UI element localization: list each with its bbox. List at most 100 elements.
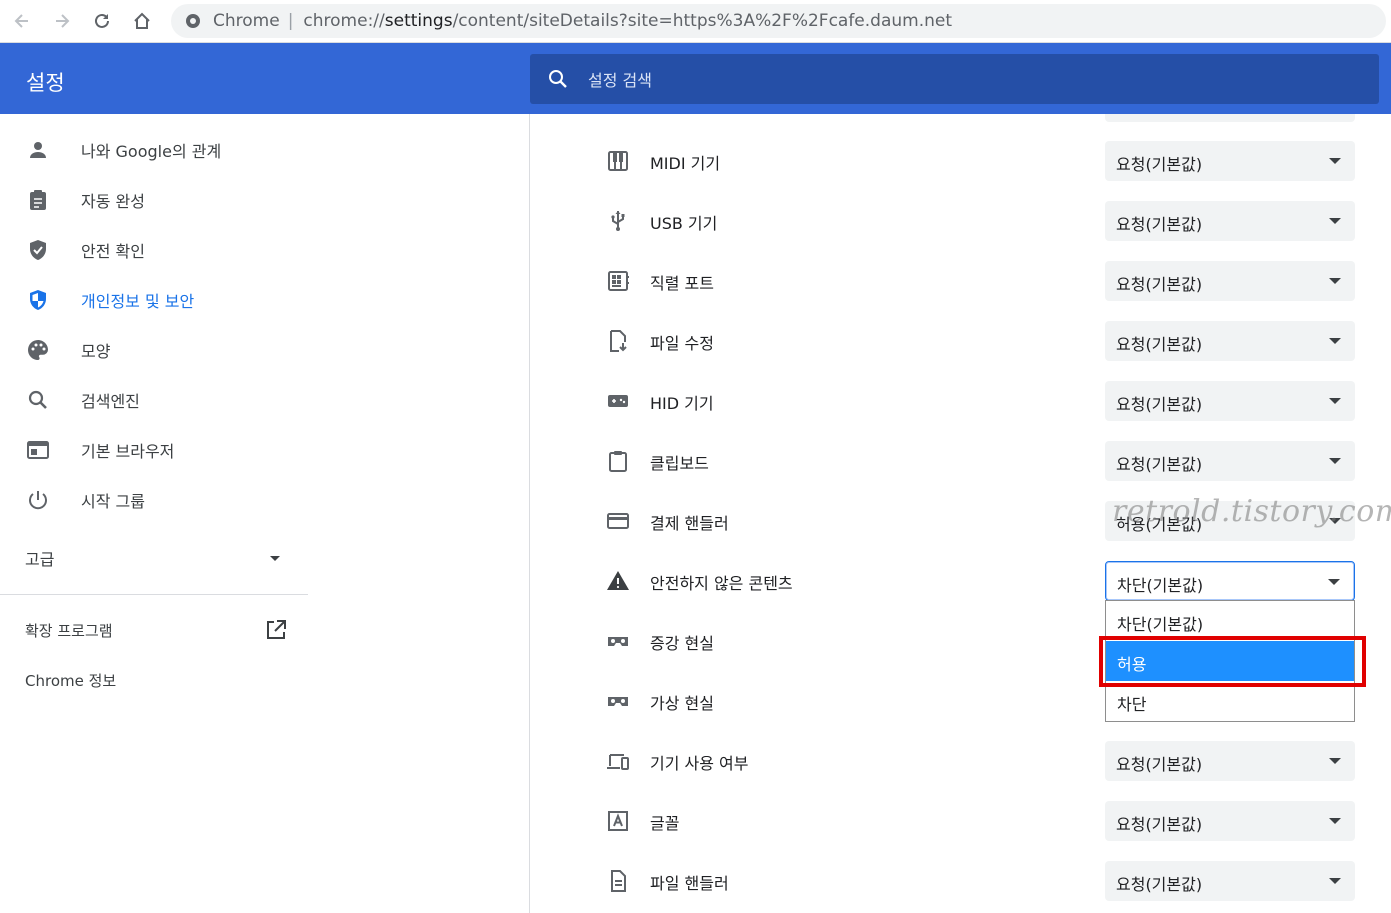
vr-headset-icon — [608, 697, 628, 706]
permission-select[interactable]: 요청(기본값) — [1105, 321, 1355, 361]
site-chip: Chrome — [213, 11, 280, 31]
select-value: 요청(기본값) — [1116, 755, 1203, 774]
permission-select[interactable]: 요청(기본값) — [1105, 381, 1355, 421]
permission-label: 가상 현실 — [650, 694, 714, 713]
permission-row-serial: 직렬 포트 요청(기본값) — [530, 251, 1391, 311]
permission-select[interactable]: 요청(기본값) — [1105, 141, 1355, 181]
url-text: chrome://settings/content/siteDetails?si… — [303, 11, 952, 31]
sidebar-item-privacy[interactable]: 개인정보 및 보안 — [0, 280, 308, 320]
sidebar-extensions-link[interactable]: 확장 프로그램 — [0, 610, 308, 650]
search-input[interactable]: 설정 검색 — [530, 54, 1379, 104]
shield-half-icon — [30, 290, 46, 310]
dropdown-option-block[interactable]: 차단 — [1106, 681, 1354, 721]
file-edit-icon — [610, 330, 627, 352]
palette-icon — [28, 340, 48, 360]
piano-icon — [608, 151, 628, 171]
omnibox-separator: | — [287, 11, 294, 31]
home-icon — [134, 12, 150, 29]
page-title: 설정 — [26, 71, 65, 95]
select-value: 요청(기본값) — [1116, 215, 1203, 234]
back-button[interactable] — [8, 7, 36, 35]
sidebar-item-label: 기본 브라우저 — [81, 442, 175, 461]
gamepad-icon — [608, 395, 628, 407]
permission-select[interactable]: 요청(기본값) — [1105, 201, 1355, 241]
sidebar-divider — [0, 594, 308, 595]
caret-down-icon — [1329, 278, 1341, 284]
permission-select[interactable]: 요청(기본값) — [1105, 801, 1355, 841]
permission-select-open[interactable]: 차단(기본값) — [1105, 561, 1355, 601]
vr-headset-icon — [608, 637, 628, 646]
sidebar-item-search-engine[interactable]: 검색엔진 — [0, 380, 308, 420]
person-icon — [30, 142, 46, 158]
caret-down-icon — [1329, 338, 1341, 344]
permission-select[interactable]: 요청(기본값) — [1105, 261, 1355, 301]
advanced-label: 고급 — [25, 550, 55, 569]
permission-select[interactable]: 요청(기본값) — [1105, 741, 1355, 781]
permission-label: 결제 핸들러 — [650, 514, 729, 533]
extensions-label: 확장 프로그램 — [25, 621, 113, 640]
permission-label: 파일 핸들러 — [650, 874, 729, 893]
clipboard-icon — [609, 451, 627, 472]
sidebar-item-startup[interactable]: 시작 그룹 — [0, 480, 308, 520]
permission-row-file-edit: 파일 수정 요청(기본값) — [530, 311, 1391, 371]
caret-down-icon — [1329, 758, 1341, 764]
font-icon — [608, 811, 628, 831]
about-label: Chrome 정보 — [25, 671, 117, 690]
sidebar-advanced-toggle[interactable]: 고급 — [0, 538, 308, 578]
open-external-icon — [267, 620, 286, 639]
forward-button[interactable] — [48, 7, 76, 35]
sidebar-item-label: 시작 그룹 — [81, 492, 145, 511]
permission-row-midi: MIDI 기기 요청(기본값) — [530, 131, 1391, 191]
sidebar-item-appearance[interactable]: 모양 — [0, 330, 308, 370]
reload-button[interactable] — [88, 7, 116, 35]
option-label: 차단(기본값) — [1117, 615, 1204, 634]
permission-row-fonts: 글꼴 요청(기본값) — [530, 791, 1391, 851]
settings-header: 설정 설정 검색 — [0, 43, 1391, 114]
url-prefix: chrome:// — [303, 11, 385, 31]
sidebar-item-label: 검색엔진 — [81, 392, 140, 411]
permission-label: 글꼴 — [650, 814, 680, 833]
option-label: 차단 — [1117, 695, 1147, 714]
select-value: 요청(기본값) — [1116, 455, 1203, 474]
chrome-logo-icon — [186, 14, 200, 28]
sidebar-item-google[interactable]: 나와 Google의 관계 — [0, 130, 308, 170]
watermark: retrold.tistory.com — [1112, 494, 1391, 529]
arrow-right-icon — [56, 14, 70, 28]
chevron-down-icon — [270, 556, 280, 561]
permission-select[interactable]: 요청(기본값) — [1105, 861, 1355, 901]
permission-select[interactable]: 요청(기본값) — [1105, 441, 1355, 481]
caret-down-icon — [1329, 458, 1341, 464]
previous-row-select[interactable] — [1105, 114, 1355, 122]
devices-icon — [607, 754, 629, 770]
select-value: 요청(기본값) — [1116, 275, 1203, 294]
select-value: 차단(기본값) — [1117, 576, 1204, 595]
home-button[interactable] — [128, 7, 156, 35]
serial-port-icon — [608, 271, 629, 291]
sidebar-item-default-browser[interactable]: 기본 브라우저 — [0, 430, 308, 470]
credit-card-icon — [607, 513, 629, 529]
select-value: 요청(기본값) — [1116, 335, 1203, 354]
permission-label: 직렬 포트 — [650, 274, 714, 293]
sidebar-item-autofill[interactable]: 자동 완성 — [0, 180, 308, 220]
arrow-left-icon — [14, 14, 28, 28]
caret-down-icon — [1329, 218, 1341, 224]
sidebar-item-safety-check[interactable]: 안전 확인 — [0, 230, 308, 270]
caret-down-icon — [1329, 158, 1341, 164]
caret-down-icon — [1329, 878, 1341, 884]
dropdown-option-block-default[interactable]: 차단(기본값) — [1106, 601, 1354, 641]
permission-label: 안전하지 않은 콘텐츠 — [650, 574, 793, 593]
select-value: 요청(기본값) — [1116, 395, 1203, 414]
browser-toolbar: Chrome | chrome://settings/content/siteD… — [0, 0, 1391, 43]
permission-label: 기기 사용 여부 — [650, 754, 749, 773]
sidebar-about-chrome[interactable]: Chrome 정보 — [0, 660, 308, 700]
permission-label: HID 기기 — [650, 394, 714, 413]
permission-label: USB 기기 — [650, 214, 718, 233]
select-value: 요청(기본값) — [1116, 875, 1203, 894]
usb-icon — [611, 211, 625, 231]
url-rest: /content/siteDetails?site=https%3A%2F%2F… — [452, 11, 953, 31]
sidebar-item-label: 개인정보 및 보안 — [81, 292, 195, 311]
select-value: 요청(기본값) — [1116, 815, 1203, 834]
address-bar[interactable]: Chrome | chrome://settings/content/siteD… — [171, 4, 1386, 38]
permission-row-clipboard: 클립보드 요청(기본값) — [530, 431, 1391, 491]
highlight-box — [1099, 636, 1366, 687]
